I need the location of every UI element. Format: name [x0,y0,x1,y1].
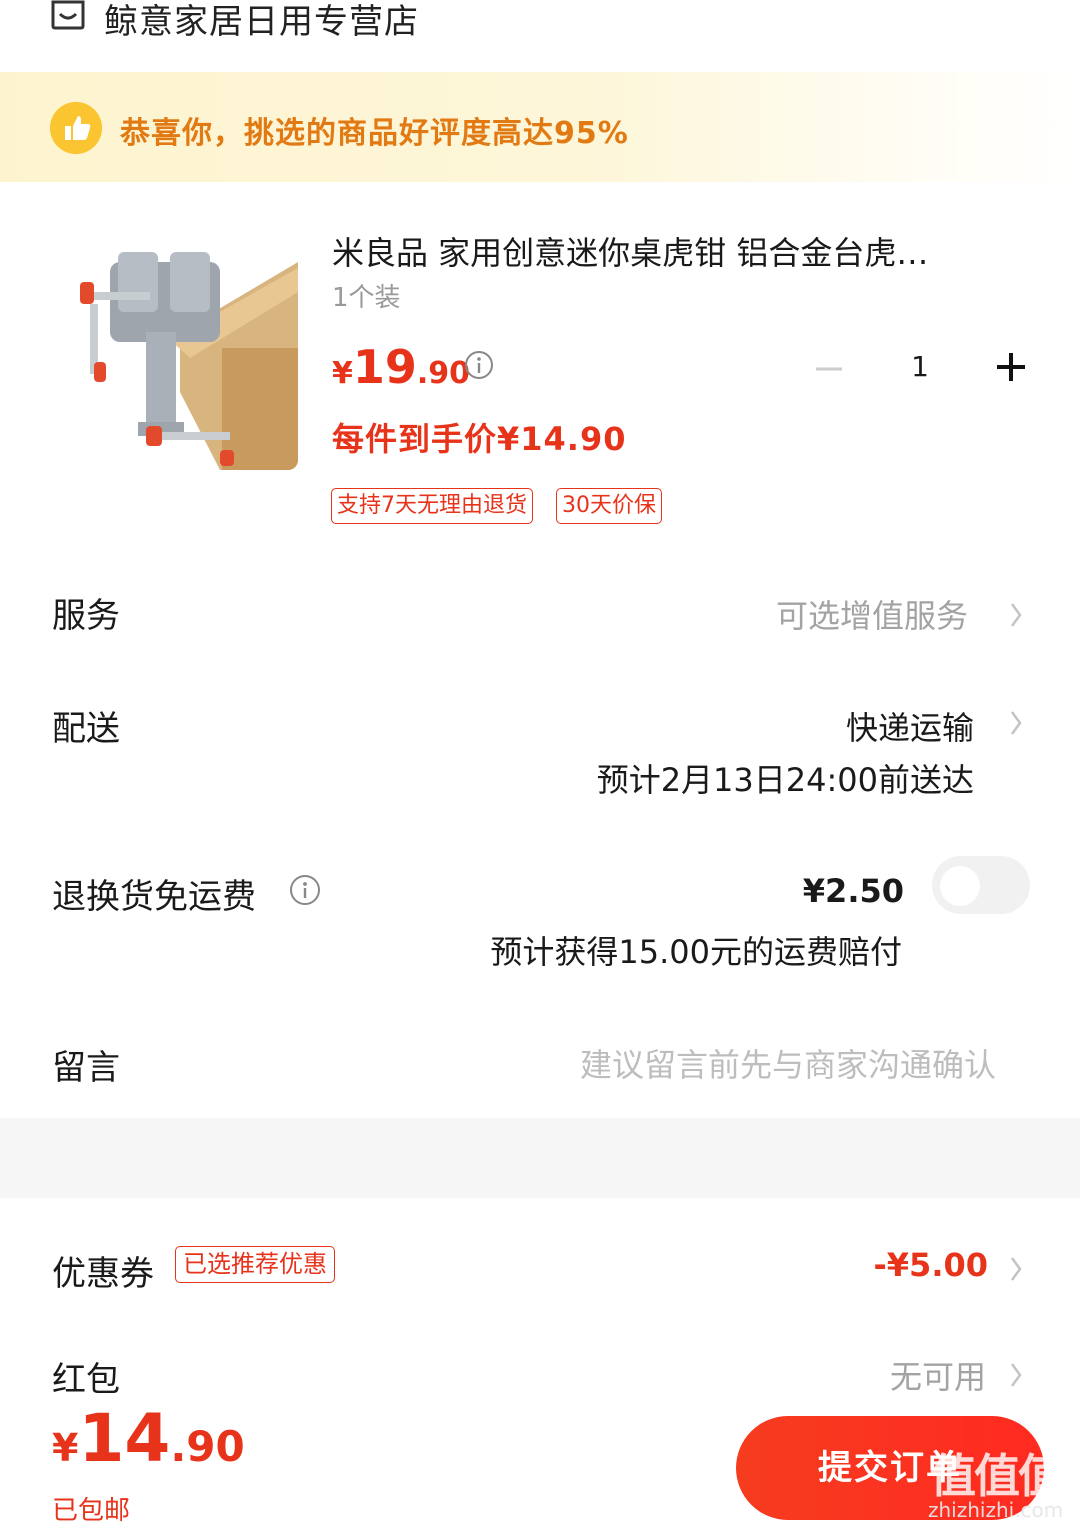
total-integer: 14 [78,1400,171,1477]
quantity-increase-button[interactable] [994,350,1028,384]
price-decimal: .90 [416,356,471,391]
red-packet-label: 红包 [52,1360,120,1400]
return-policy-tag: 支持7天无理由退货 [331,488,533,524]
chevron-right-icon[interactable] [1008,708,1024,738]
delivery-method[interactable]: 快递运输 [846,703,974,749]
return-shipping-compensation: 预计获得15.00元的运费赔付 [490,933,902,971]
price-protection-tag: 30天价保 [556,488,662,524]
product-image[interactable] [50,222,298,470]
order-total: ¥14.90 [52,1400,245,1477]
product-price: ¥19.90 [332,340,470,394]
product-spec: 1个装 [332,283,401,313]
quantity-decrease-button[interactable] [812,352,846,386]
submit-order-button[interactable]: 提交订单 [736,1416,1044,1520]
message-label: 留言 [52,1048,120,1088]
price-info-icon[interactable] [464,350,494,380]
chevron-right-icon[interactable] [1008,1360,1024,1390]
service-label: 服务 [52,596,120,636]
red-packet-value[interactable]: 无可用 [890,1352,986,1398]
store-name: 鲸意家居日用专营店 [104,2,419,42]
total-symbol: ¥ [52,1426,79,1470]
message-input[interactable]: 建议留言前先与商家沟通确认 [580,1040,996,1086]
delivery-eta: 预计2月13日24:00前送达 [596,761,974,799]
product-title[interactable]: 米良品 家用创意迷你桌虎钳 铝合金台虎… [332,228,1012,274]
shipping-note: 已包邮 [52,1496,131,1523]
return-shipping-info-icon[interactable] [289,874,321,906]
coupon-label: 优惠券 [52,1254,154,1294]
thumbs-up-icon [50,102,102,154]
store-header[interactable]: 鲸意家居日用专营店 [0,0,1080,70]
price-integer: 19 [352,340,417,394]
service-value[interactable]: 可选增值服务 [776,591,968,637]
return-shipping-price: ¥2.50 [802,872,904,910]
store-icon [51,0,85,30]
total-decimal: .90 [170,1422,245,1471]
return-shipping-label: 退换货免运费 [52,877,256,917]
praise-text: 恭喜你，挑选的商品好评度高达95% [120,116,629,151]
delivery-label: 配送 [52,709,120,749]
final-unit-price: 每件到手价¥14.90 [332,420,627,458]
price-symbol: ¥ [332,356,353,391]
section-divider [0,1118,1080,1198]
quantity-value[interactable]: 1 [900,350,940,383]
chevron-right-icon[interactable] [1008,1254,1024,1284]
toggle-knob[interactable] [940,866,980,906]
coupon-value[interactable]: -¥5.00 [874,1246,989,1284]
chevron-right-icon[interactable] [1008,600,1024,630]
coupon-selected-tag: 已选推荐优惠 [175,1246,335,1283]
bench-vise-image [50,222,298,470]
